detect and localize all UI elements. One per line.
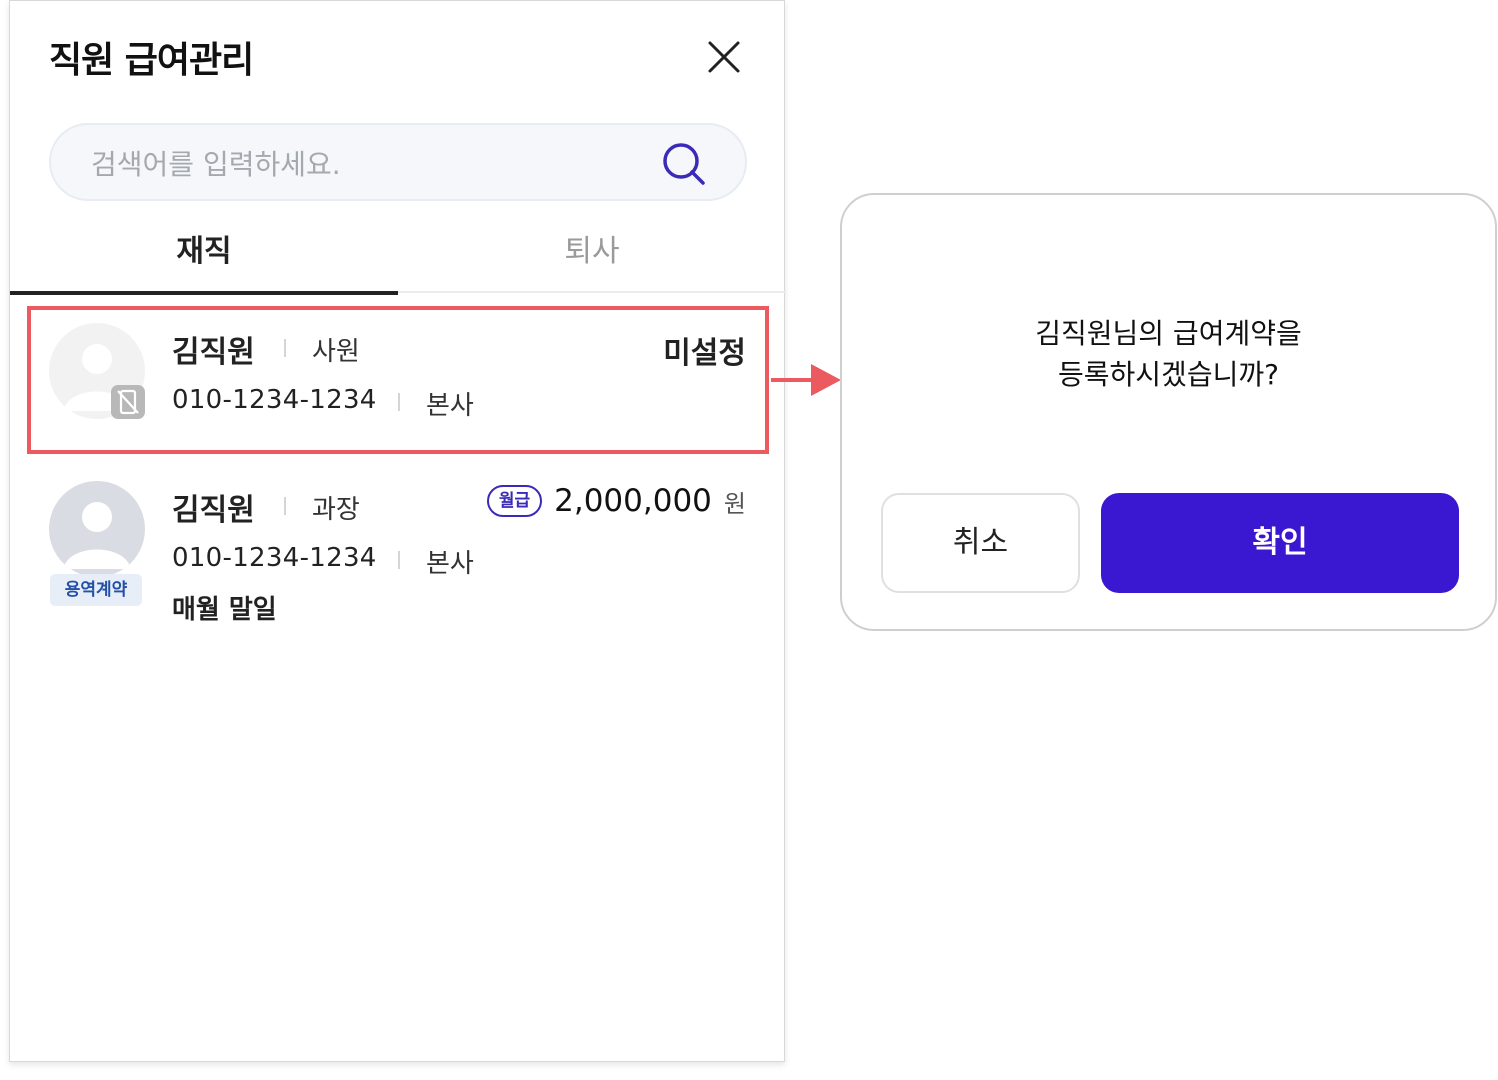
tab-employed[interactable]: 재직 (10, 225, 398, 295)
search-bar (49, 123, 747, 201)
currency-unit: 원 (723, 489, 746, 518)
avatar (49, 481, 145, 577)
employment-tabs: 재직 퇴사 (10, 225, 786, 295)
selection-highlight (27, 306, 769, 454)
dialog-message-line: 등록하시겠습니까? (1058, 358, 1279, 391)
arrow-right-icon (771, 364, 841, 396)
salary-amount: 2,000,000 (554, 483, 712, 519)
salary-info: 월급 2,000,000 원 (486, 481, 746, 521)
close-button[interactable] (702, 35, 746, 79)
employee-row[interactable]: 용역계약 김직원 과장 월급 2,000,000 원 010-1234-1234… (10, 477, 786, 637)
confirm-button[interactable]: 확인 (1101, 493, 1459, 593)
search-input[interactable] (89, 143, 653, 185)
pay-type-badge: 월급 (486, 485, 543, 517)
panel-title: 직원 급여관리 (49, 40, 254, 81)
employee-position: 과장 (312, 495, 360, 525)
divider (284, 497, 286, 515)
close-icon (708, 41, 740, 73)
dialog-message-line: 김직원님의 급여계약을 (1035, 317, 1302, 350)
divider (398, 551, 400, 569)
default-avatar-icon (63, 502, 131, 569)
salary-management-panel: 직원 급여관리 재직 퇴사 (9, 0, 786, 1062)
search-icon (663, 143, 705, 185)
search-button[interactable] (659, 139, 709, 189)
confirm-dialog: 김직원님의 급여계약을 등록하시겠습니까? 취소 확인 (840, 193, 1497, 631)
tab-resigned[interactable]: 퇴사 (398, 225, 786, 293)
contract-type-badge: 용역계약 (50, 574, 142, 606)
employee-branch: 본사 (426, 549, 474, 579)
employee-phone: 010-1234-1234 (172, 543, 377, 573)
employee-name: 김직원 (172, 493, 255, 528)
cancel-button[interactable]: 취소 (881, 493, 1080, 593)
pay-day: 매월 말일 (172, 595, 277, 625)
dialog-message: 김직원님의 급여계약을 등록하시겠습니까? (842, 313, 1495, 395)
